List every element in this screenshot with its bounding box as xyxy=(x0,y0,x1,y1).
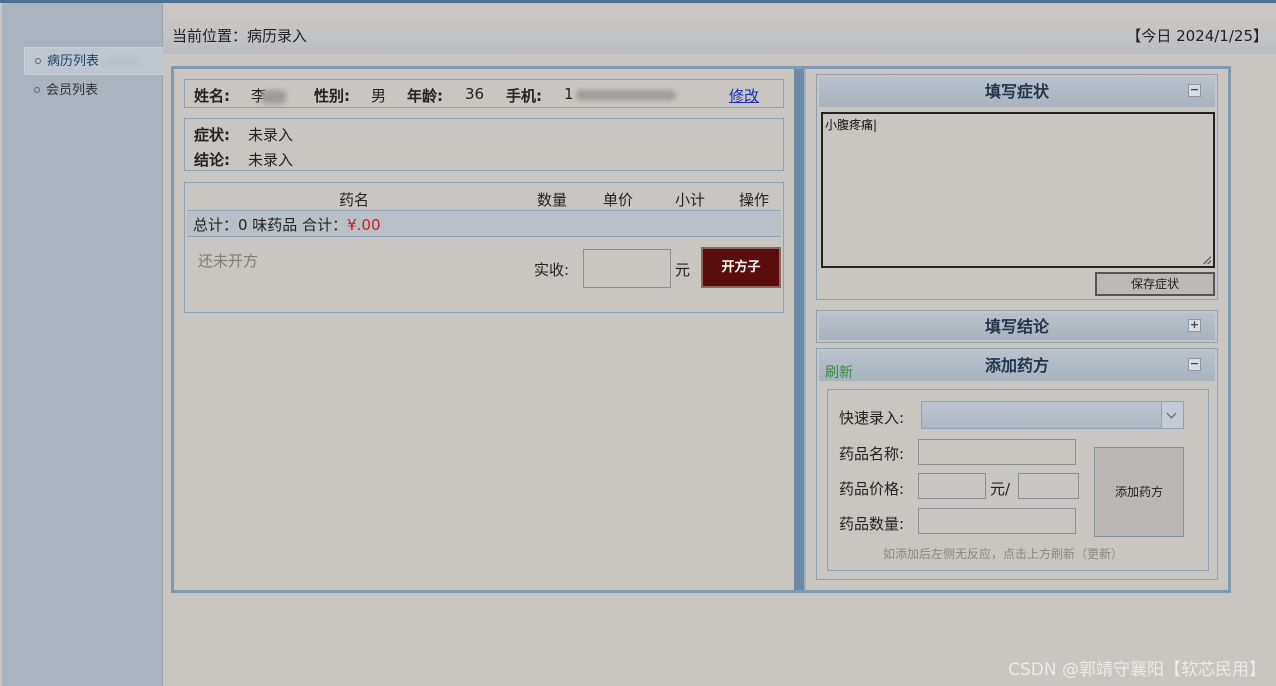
drug-quantity-input[interactable] xyxy=(918,508,1076,534)
refresh-hint: 如添加后左侧无反应，点击上方刷新（更新） xyxy=(883,547,1124,561)
paid-label: 实收: xyxy=(534,261,570,279)
today-date: 【今日 2024/1/25】 xyxy=(1126,27,1268,45)
sidebar-item-member-list[interactable]: 会员列表 xyxy=(24,77,164,105)
breadcrumb: 当前位置：病历录入 xyxy=(172,27,308,45)
add-prescription-panel: 刷新 添加药方 − 快速录入: 药品名称: 药品价格: 元/ 药品数量: 添加药… xyxy=(816,348,1218,580)
panel-divider-highlight xyxy=(804,69,806,590)
bullet-icon xyxy=(35,57,41,64)
drug-price-input[interactable] xyxy=(918,473,986,499)
collapse-icon[interactable]: − xyxy=(1188,358,1201,371)
currency-unit: 元 xyxy=(675,261,691,279)
drug-name-label: 药品名称: xyxy=(839,445,905,463)
sidebar-item-label: 会员列表 xyxy=(46,83,99,98)
symptom-label: 症状: xyxy=(194,126,230,144)
drug-price-label: 药品价格: xyxy=(839,480,905,498)
drug-form: 快速录入: 药品名称: 药品价格: 元/ 药品数量: 添加药方 如添加后左侧无反… xyxy=(827,389,1209,571)
total-amount: ¥.00 xyxy=(347,216,381,234)
drug-unit-input[interactable] xyxy=(1018,473,1079,499)
symptom-textarea-value: 小腹疼痛| xyxy=(825,118,878,132)
paid-amount-input[interactable] xyxy=(583,249,671,288)
age-label: 年龄: xyxy=(407,87,443,105)
quick-entry-combobox[interactable] xyxy=(921,401,1184,429)
phone-value: 1 xyxy=(564,85,676,103)
edit-patient-link[interactable]: 修改 xyxy=(729,85,759,106)
conclusion-row: 结论: 未录入 xyxy=(194,149,293,170)
conclusion-panel: 填写结论 + xyxy=(816,310,1218,343)
diagnosis-summary: 症状: 未录入 结论: 未录入 xyxy=(184,118,784,171)
watermark: CSDN @郭靖守襄阳【软芯民用】 xyxy=(1008,660,1266,680)
name-label: 姓名: xyxy=(194,87,230,105)
drug-name-input[interactable] xyxy=(918,439,1076,465)
patient-info: 姓名: 李 性别: 男 年龄: 36 手机: 1 修改 xyxy=(184,79,784,108)
add-prescription-button[interactable]: 添加药方 xyxy=(1094,447,1184,537)
column-header-action: 操作 xyxy=(739,191,770,209)
empty-prescription-text: 还未开方 xyxy=(198,252,259,270)
drug-quantity-label: 药品数量: xyxy=(839,515,905,533)
symptom-panel: 填写症状 − 小腹疼痛| 保存症状 xyxy=(816,74,1218,300)
refresh-link[interactable]: 刷新 xyxy=(825,358,853,388)
symptom-panel-title: 填写症状 − xyxy=(819,77,1215,107)
chevron-down-icon[interactable] xyxy=(1161,402,1183,428)
conclusion-label: 结论: xyxy=(194,151,230,169)
column-header-quantity: 数量 xyxy=(537,191,568,209)
resize-handle-icon[interactable] xyxy=(1203,256,1211,264)
column-header-unit-price: 单价 xyxy=(603,191,634,209)
table-header: 药名 数量 单价 小计 操作 xyxy=(187,185,781,211)
symptom-row: 症状: 未录入 xyxy=(194,124,293,145)
breadcrumb-bar: 当前位置：病历录入 【今日 2024/1/25】 xyxy=(163,14,1276,54)
gender-value: 男 xyxy=(371,87,387,105)
price-unit-label: 元/ xyxy=(990,480,1011,498)
bullet-icon xyxy=(34,86,40,93)
sidebar-item-label: 病历列表 xyxy=(47,54,100,69)
sidebar: 病历列表 会员列表 xyxy=(2,3,164,686)
expand-icon[interactable]: + xyxy=(1188,319,1201,332)
prescription-table: 药名 数量 单价 小计 操作 总计：0 味药品 合计：¥.00 还未开方 实收:… xyxy=(184,182,784,313)
conclusion-panel-title[interactable]: 填写结论 + xyxy=(819,313,1215,340)
add-prescription-panel-title: 刷新 添加药方 − xyxy=(819,351,1215,381)
column-header-subtotal: 小计 xyxy=(675,191,706,209)
gender-label: 性别: xyxy=(314,87,350,105)
blurred-text xyxy=(105,57,140,66)
total-row: 总计：0 味药品 合计：¥.00 xyxy=(187,211,781,237)
collapse-icon[interactable]: − xyxy=(1188,84,1201,97)
name-value: 李 xyxy=(251,85,287,106)
prescribe-button[interactable]: 开方子 xyxy=(701,247,781,288)
total-text: 总计：0 味药品 合计： xyxy=(193,216,348,234)
column-header-drug-name: 药名 xyxy=(339,191,370,209)
phone-label: 手机: xyxy=(506,87,542,105)
symptom-textarea[interactable]: 小腹疼痛| xyxy=(821,112,1215,268)
save-symptom-button[interactable]: 保存症状 xyxy=(1095,272,1215,296)
symptom-value: 未录入 xyxy=(248,126,294,144)
age-value: 36 xyxy=(465,85,485,103)
top-border xyxy=(0,0,1276,3)
quick-entry-label: 快速录入: xyxy=(839,409,905,427)
conclusion-value: 未录入 xyxy=(248,151,294,169)
sidebar-item-case-list[interactable]: 病历列表 xyxy=(24,47,164,75)
